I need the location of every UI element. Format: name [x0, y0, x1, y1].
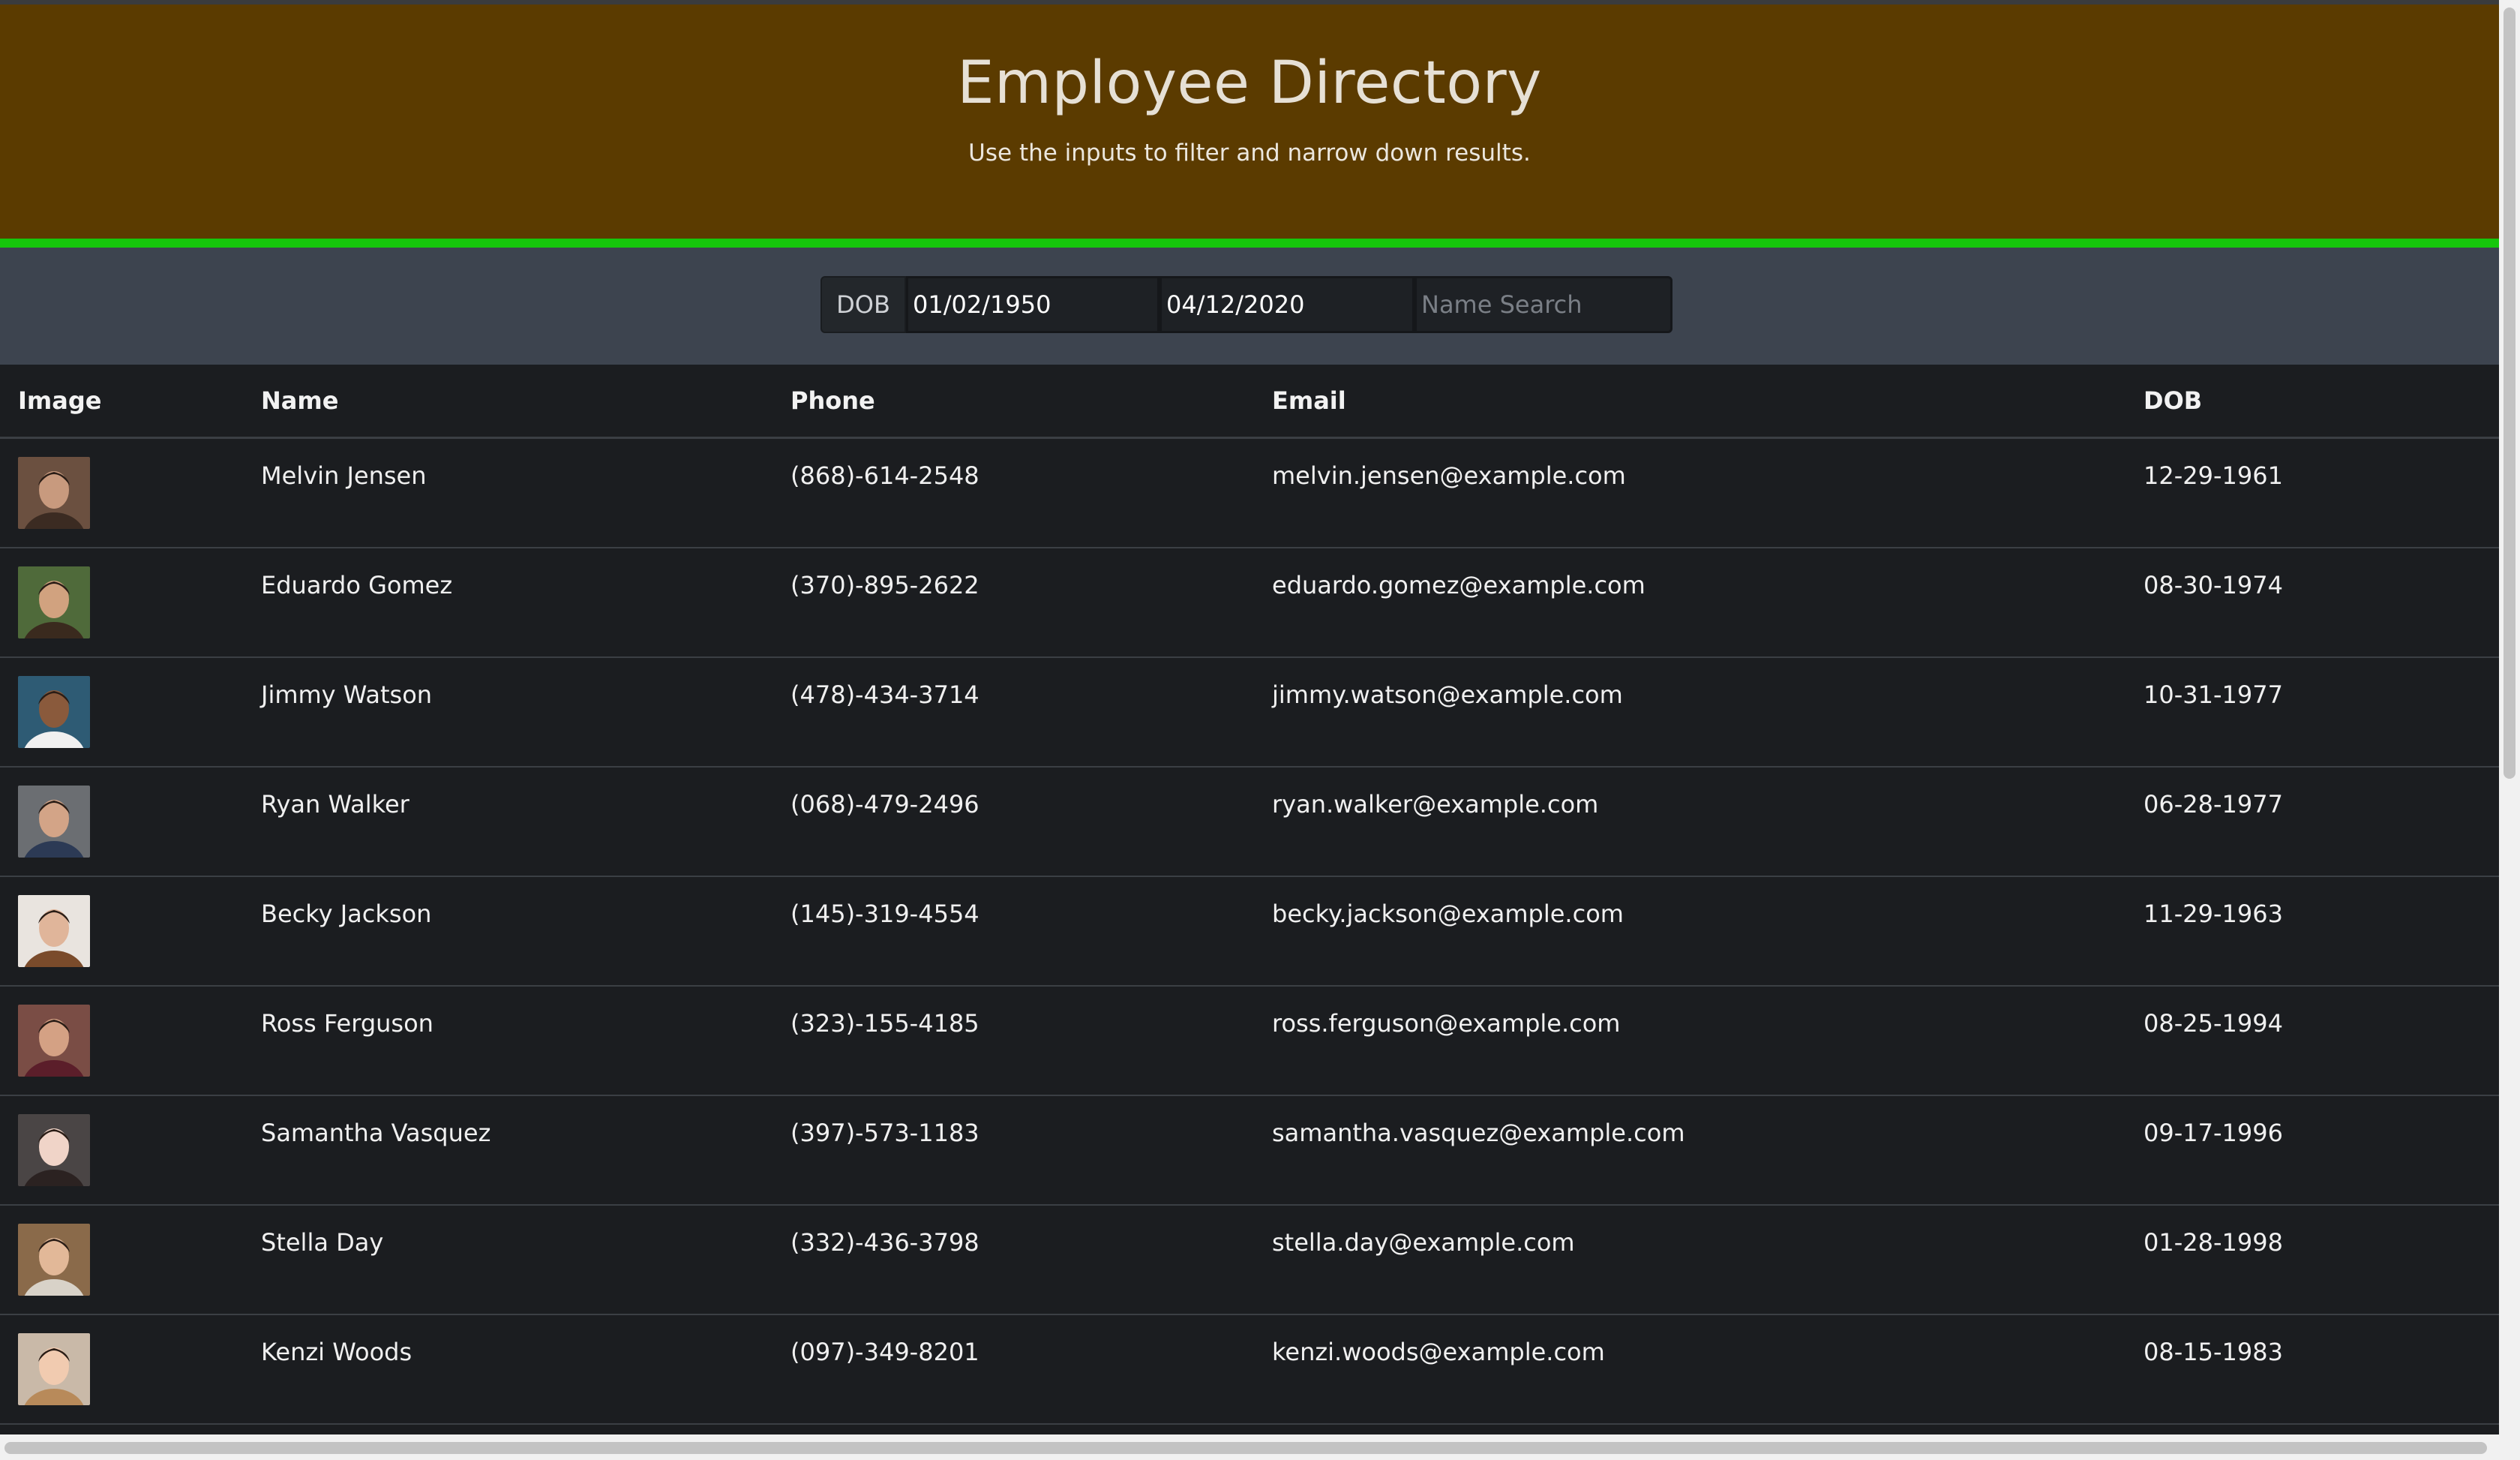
- employee-phone: (323)-155-4185: [790, 1009, 980, 1038]
- employee-email: jimmy.watson@example.com: [1272, 680, 1623, 709]
- employee-phone: (478)-434-3714: [790, 680, 980, 709]
- employee-dob: 12-29-1961: [2144, 461, 2283, 490]
- employee-email: ross.ferguson@example.com: [1272, 1009, 1621, 1038]
- avatar: [18, 457, 90, 529]
- column-header-name[interactable]: Name: [261, 365, 338, 437]
- employee-phone: (868)-614-2548: [790, 461, 980, 490]
- employee-name: Ryan Walker: [261, 790, 410, 819]
- employee-name: Kenzi Woods: [261, 1338, 412, 1366]
- dob-filter-label: DOB: [820, 276, 906, 333]
- table-header-row: Image Name Phone Email DOB: [0, 365, 2499, 439]
- avatar: [18, 1333, 90, 1405]
- employee-email: becky.jackson@example.com: [1272, 900, 1624, 928]
- name-search-input[interactable]: [1414, 276, 1672, 333]
- employee-phone: (370)-895-2622: [790, 571, 980, 599]
- employee-phone: (068)-479-2496: [790, 790, 980, 819]
- table-row: Ross Ferguson (323)-155-4185 ross.ferguson…: [0, 987, 2499, 1096]
- avatar: [18, 1114, 90, 1186]
- table-row: Samantha Vasquez (397)-573-1183 samantha.v…: [0, 1096, 2499, 1206]
- column-header-phone[interactable]: Phone: [790, 365, 875, 437]
- table-row: Melvin Jensen (868)-614-2548 melvin.jensen…: [0, 439, 2499, 548]
- employee-name: Stella Day: [261, 1228, 384, 1257]
- table-row: Jimmy Watson (478)-434-3714 jimmy.watson@e…: [0, 658, 2499, 768]
- employee-phone: (397)-573-1183: [790, 1119, 980, 1147]
- employee-email: melvin.jensen@example.com: [1272, 461, 1626, 490]
- employee-dob: 08-15-1983: [2144, 1338, 2283, 1366]
- dob-end-input[interactable]: [1160, 276, 1414, 333]
- table-row: Eduardo Gomez (370)-895-2622 eduardo.gomez…: [0, 548, 2499, 658]
- table-body: Melvin Jensen (868)-614-2548 melvin.jensen…: [0, 439, 2499, 1425]
- vertical-scrollbar-thumb[interactable]: [2504, 8, 2516, 779]
- employee-name: Becky Jackson: [261, 900, 432, 928]
- employee-dob: 11-29-1963: [2144, 900, 2283, 928]
- avatar: [18, 895, 90, 967]
- employee-dob: 09-17-1996: [2144, 1119, 2283, 1147]
- employee-dob: 10-31-1977: [2144, 680, 2283, 709]
- employee-dob: 01-28-1998: [2144, 1228, 2283, 1257]
- table-row: Becky Jackson (145)-319-4554 becky.jackson…: [0, 877, 2499, 987]
- employee-phone: (097)-349-8201: [790, 1338, 980, 1366]
- column-header-image[interactable]: Image: [18, 365, 101, 437]
- avatar: [18, 676, 90, 748]
- avatar: [18, 1005, 90, 1077]
- avatar: [18, 566, 90, 638]
- employee-dob: 08-25-1994: [2144, 1009, 2283, 1038]
- page-subtitle: Use the inputs to filter and narrow down…: [968, 140, 1531, 167]
- column-header-dob[interactable]: DOB: [2144, 365, 2202, 437]
- employee-phone: (332)-436-3798: [790, 1228, 980, 1257]
- employee-email: ryan.walker@example.com: [1272, 790, 1599, 819]
- page: Employee Directory Use the inputs to fil…: [0, 0, 2499, 1434]
- table-row: Kenzi Woods (097)-349-8201 kenzi.woods@exa…: [0, 1315, 2499, 1425]
- accent-divider: [0, 239, 2499, 248]
- employee-name: Samantha Vasquez: [261, 1119, 491, 1147]
- filter-bar: DOB: [0, 248, 2499, 365]
- employee-email: eduardo.gomez@example.com: [1272, 571, 1646, 599]
- employee-dob: 08-30-1974: [2144, 571, 2283, 599]
- employee-phone: (145)-319-4554: [790, 900, 980, 928]
- column-header-email[interactable]: Email: [1272, 365, 1346, 437]
- employee-name: Ross Ferguson: [261, 1009, 434, 1038]
- employee-email: kenzi.woods@example.com: [1272, 1338, 1605, 1366]
- employee-name: Eduardo Gomez: [261, 571, 453, 599]
- employee-email: samantha.vasquez@example.com: [1272, 1119, 1685, 1147]
- avatar: [18, 786, 90, 858]
- filter-input-group: DOB: [820, 276, 1672, 333]
- employee-email: stella.day@example.com: [1272, 1228, 1575, 1257]
- page-header: Employee Directory Use the inputs to fil…: [0, 5, 2499, 239]
- table-row: Stella Day (332)-436-3798 stella.day@examp…: [0, 1206, 2499, 1315]
- page-title: Employee Directory: [957, 50, 1542, 117]
- employee-table: Image Name Phone Email DOB Melvin Jensen…: [0, 365, 2499, 1425]
- employee-name: Jimmy Watson: [261, 680, 433, 709]
- employee-dob: 06-28-1977: [2144, 790, 2283, 819]
- table-row: Ryan Walker (068)-479-2496 ryan.walker@exa…: [0, 768, 2499, 877]
- dob-start-input[interactable]: [906, 276, 1160, 333]
- employee-name: Melvin Jensen: [261, 461, 427, 490]
- horizontal-scrollbar-thumb[interactable]: [4, 1442, 2487, 1454]
- avatar: [18, 1224, 90, 1296]
